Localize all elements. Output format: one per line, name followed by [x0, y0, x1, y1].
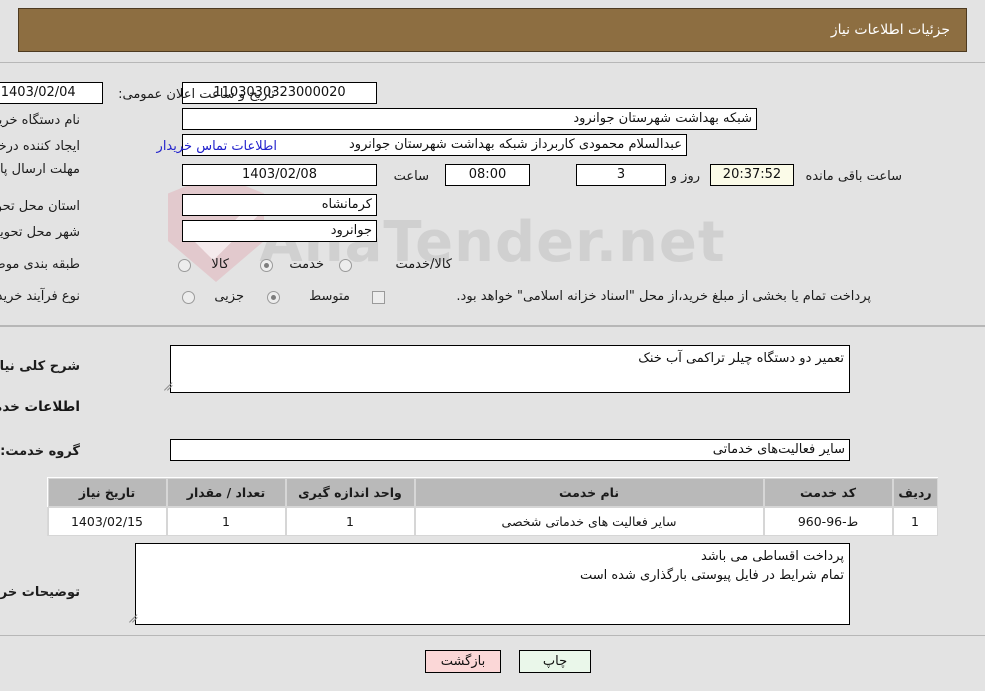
- need-info-panel: شماره نیاز: 1103030323000020 تاریخ و ساع…: [0, 62, 985, 326]
- table-header-row: ردیف کد خدمت نام خدمت واحد اندازه گیری ت…: [47, 477, 938, 507]
- service-group-label: گروه خدمت:: [0, 444, 80, 459]
- back-button[interactable]: بازگشت: [425, 650, 501, 673]
- radio-process-jozii-label: جزیی: [214, 289, 244, 304]
- table-row: 1 ط-96-960 سایر فعالیت های خدماتی شخصی 1…: [47, 506, 938, 536]
- treasury-documents-checkbox[interactable]: [372, 291, 385, 304]
- cell-row: 1: [892, 506, 938, 536]
- buyer-notes-textarea[interactable]: پرداخت اقساطی می باشد تمام شرایط در فایل…: [135, 543, 850, 625]
- creator-label: ایجاد کننده درخواست:: [0, 139, 80, 154]
- deadline-time-value: 08:00: [445, 164, 530, 186]
- purchase-process-label: نوع فرآیند خرید :: [0, 289, 80, 304]
- need-summary-textarea[interactable]: تعمیر دو دستگاه چیلر تراکمی آب خنک: [170, 345, 850, 393]
- radio-category-kala-khedmat[interactable]: [339, 259, 352, 272]
- category-label: طبقه بندی موضوعی:: [0, 257, 80, 272]
- radio-process-motavaset-label: متوسط: [309, 289, 350, 304]
- deadline-date-value: 1403/02/08: [182, 164, 377, 186]
- print-button[interactable]: چاپ: [519, 650, 591, 673]
- deadline-label: مهلت ارسال پاسخ: تا تاریخ:: [0, 162, 80, 177]
- province-value: کرمانشاه: [182, 194, 377, 216]
- service-group-value: سایر فعالیت‌های خدماتی: [170, 439, 850, 461]
- page-root: AnaTender.net جزئیات اطلاعات نیاز شماره …: [0, 0, 985, 691]
- deadline-days-value: 3: [576, 164, 666, 186]
- col-quantity: تعداد / مقدار: [166, 477, 286, 507]
- radio-process-motavaset[interactable]: [267, 291, 280, 304]
- deadline-hour-label: ساعت: [393, 169, 429, 184]
- buyer-notes-label: توضیحات خریدار:: [0, 585, 80, 600]
- col-need-date: تاریخ نیاز: [47, 477, 167, 507]
- cell-code: ط-96-960: [763, 506, 893, 536]
- province-label: استان محل تحویل:: [0, 199, 80, 214]
- radio-category-kala[interactable]: [178, 259, 191, 272]
- announce-datetime-label: تاریخ و ساعت اعلان عمومی:: [118, 87, 275, 102]
- cell-quantity: 1: [166, 506, 286, 536]
- deadline-remaining-label: ساعت باقی مانده: [805, 169, 902, 184]
- deadline-days-label: روز و: [670, 169, 700, 184]
- city-value: جوانرود: [182, 220, 377, 242]
- cell-need-date: 1403/02/15: [47, 506, 167, 536]
- page-title-bar: جزئیات اطلاعات نیاز: [18, 8, 967, 52]
- col-row: ردیف: [892, 477, 938, 507]
- services-table: ردیف کد خدمت نام خدمت واحد اندازه گیری ت…: [47, 477, 938, 536]
- radio-category-kala-khedmat-label: کالا/خدمت: [395, 257, 452, 272]
- radio-category-khedmat[interactable]: [260, 259, 273, 272]
- services-section-heading: اطلاعات خدمات مورد نیاز: [0, 399, 80, 415]
- need-summary-label: شرح کلی نیاز:: [0, 359, 80, 374]
- radio-category-kala-label: کالا: [211, 257, 229, 272]
- buyer-org-value: شبکه بهداشت شهرستان جوانرود: [182, 108, 757, 130]
- col-code: کد خدمت: [763, 477, 893, 507]
- radio-process-jozii[interactable]: [182, 291, 195, 304]
- city-label: شهر محل تحویل:: [0, 225, 80, 240]
- radio-category-khedmat-label: خدمت: [289, 257, 324, 272]
- announce-datetime-value: 1403/02/04 - 10:42: [0, 82, 103, 104]
- cell-name: سایر فعالیت های خدماتی شخصی: [414, 506, 764, 536]
- page-title: جزئیات اطلاعات نیاز: [830, 22, 950, 38]
- buyer-org-label: نام دستگاه خریدار:: [0, 113, 80, 128]
- col-unit: واحد اندازه گیری: [285, 477, 415, 507]
- treasury-documents-label: پرداخت تمام یا بخشی از مبلغ خرید،از محل …: [456, 289, 871, 304]
- cell-unit: 1: [285, 506, 415, 536]
- buyer-contact-link[interactable]: اطلاعات تماس خریدار: [157, 139, 277, 154]
- col-name: نام خدمت: [414, 477, 764, 507]
- countdown-timer: 20:37:52: [710, 164, 794, 186]
